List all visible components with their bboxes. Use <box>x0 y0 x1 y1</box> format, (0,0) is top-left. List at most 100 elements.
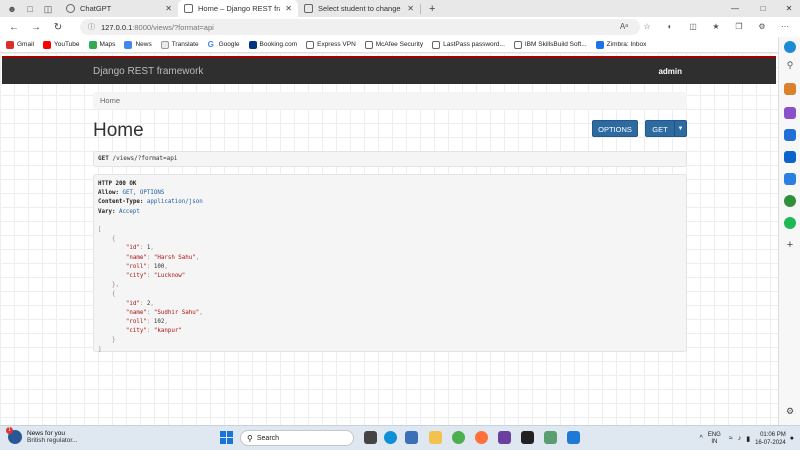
news-badge: 1 <box>6 427 13 434</box>
news-icon <box>124 40 133 49</box>
url-host: 127.0.0.1 <box>101 22 133 32</box>
edge-icon[interactable] <box>384 431 397 444</box>
tab-separator <box>420 3 421 14</box>
page-icon <box>513 40 522 49</box>
battery-icon[interactable]: ▮ <box>746 435 750 443</box>
maximize-icon[interactable]: □ <box>754 0 772 17</box>
microsoft365-icon[interactable] <box>784 129 796 141</box>
page-favicon-icon <box>304 4 313 13</box>
weather-news-icon: 1 <box>6 427 22 444</box>
tools-icon[interactable] <box>784 83 796 95</box>
windows-start-icon[interactable] <box>220 431 233 444</box>
page-title: Home <box>93 120 144 141</box>
vscode-icon[interactable] <box>567 431 580 444</box>
site-info-icon[interactable]: ⓘ <box>88 22 95 32</box>
windows-taskbar: 1 News for you British regulator... ⚲ Se… <box>0 425 800 450</box>
firefox-icon[interactable] <box>475 431 488 444</box>
add-sidebar-app-icon[interactable]: + <box>784 239 796 251</box>
games-icon[interactable] <box>784 107 796 119</box>
system-tray: ^ ENG IN ≈ ♪ ▮ 01:06 PM 16-07-2024 ● <box>700 426 800 450</box>
clock[interactable]: 01:06 PM 16-07-2024 <box>755 431 786 447</box>
minimize-icon[interactable]: — <box>726 0 744 17</box>
bookmark-expressvpn[interactable]: Express VPN <box>306 40 356 49</box>
tab-home-drf[interactable]: Home – Django REST framework ✕ <box>178 0 298 17</box>
page-icon <box>306 40 315 49</box>
close-window-icon[interactable]: ✕ <box>780 0 798 17</box>
translate-icon <box>160 40 169 49</box>
new-tab-icon[interactable]: + <box>429 3 435 15</box>
response-info: HTTP 200 OK Allow: GET, OPTIONS Content-… <box>93 174 687 353</box>
split-screen-icon[interactable]: ◫ <box>686 20 700 34</box>
favorite-star-icon[interactable]: ☆ <box>640 20 654 34</box>
file-explorer-icon[interactable] <box>429 431 442 444</box>
back-icon[interactable]: ← <box>6 22 22 33</box>
volume-icon[interactable]: ♪ <box>738 435 742 442</box>
close-tab-icon[interactable]: ✕ <box>407 4 414 13</box>
brand-link[interactable]: Django REST framework <box>93 66 203 77</box>
page-icon <box>432 40 441 49</box>
forward-icon[interactable]: → <box>28 22 44 33</box>
copilot-icon[interactable] <box>784 41 796 53</box>
bookmark-youtube[interactable]: YouTube <box>42 40 80 49</box>
close-tab-icon[interactable]: ✕ <box>165 4 172 13</box>
url-bar[interactable]: ⓘ 127.0.0.1:8000/views/?format=api <box>80 19 640 35</box>
app-icon[interactable] <box>544 431 557 444</box>
read-aloud-icon[interactable]: Aᵃ <box>617 20 631 34</box>
browser-essentials-icon[interactable]: ◐ <box>663 20 677 34</box>
tab-select-student[interactable]: Select student to change | Djang ✕ <box>298 0 420 17</box>
search-icon[interactable]: ⚲ <box>784 59 796 71</box>
url-path: :8000/views/?format=api <box>132 22 214 32</box>
tree-icon[interactable] <box>784 195 796 207</box>
workspaces-icon[interactable]: □ <box>24 3 36 15</box>
user-menu[interactable]: admin <box>658 67 682 76</box>
bookmark-gmail[interactable]: Gmail <box>6 40 34 49</box>
options-button[interactable]: OPTIONS <box>592 120 638 137</box>
news-widget[interactable]: 1 News for you British regulator... <box>6 427 78 444</box>
chrome-icon[interactable] <box>452 431 465 444</box>
youtube-icon <box>42 40 51 49</box>
bookmark-news[interactable]: News <box>124 40 152 49</box>
terminal-icon[interactable] <box>521 431 534 444</box>
tab-actions-icon[interactable]: ◫ <box>42 3 54 15</box>
bookmark-lastpass[interactable]: LastPass password... <box>432 40 505 49</box>
bookmark-mcafee[interactable]: McAfee Security <box>364 40 423 49</box>
tab-strip: ☻ □ ◫ ChatGPT ✕ Home – Django REST frame… <box>0 0 800 17</box>
chevron-up-icon[interactable]: ^ <box>700 435 703 442</box>
google-icon: G <box>207 39 214 49</box>
bookmark-booking[interactable]: Booking.com <box>248 40 297 49</box>
extensions-icon[interactable]: ⚙ <box>755 20 769 34</box>
store-icon[interactable] <box>405 431 418 444</box>
collections-icon[interactable]: ❐ <box>732 20 746 34</box>
bookmark-translate[interactable]: Translate <box>160 40 199 49</box>
send-icon[interactable] <box>784 173 796 185</box>
caret-down-icon[interactable]: ▼ <box>674 121 686 136</box>
language-indicator[interactable]: ENG IN <box>708 432 721 446</box>
breadcrumb-home[interactable]: Home <box>100 96 120 105</box>
bookmark-google[interactable]: G Google <box>207 39 240 49</box>
notification-bell-icon[interactable]: ● <box>790 435 794 442</box>
edge-sidebar: ⚲ + ⚙ <box>778 37 800 425</box>
bookmark-zimbra[interactable]: Zimbra: Inbox <box>595 40 646 49</box>
bookmark-ibm-skillsbuild[interactable]: IBM SkillsBuild Soft... <box>513 40 587 49</box>
tab-chatgpt[interactable]: ChatGPT ✕ <box>60 0 178 17</box>
favorites-icon[interactable]: ★ <box>709 20 723 34</box>
breadcrumb: Home <box>93 92 687 109</box>
address-toolbar: ← → ↻ ⓘ 127.0.0.1:8000/views/?format=api… <box>0 17 800 37</box>
outlook-icon[interactable] <box>784 151 796 163</box>
get-button[interactable]: GET ▼ <box>645 120 687 137</box>
chatgpt-favicon-icon <box>66 4 75 13</box>
app-icon[interactable] <box>498 431 511 444</box>
news-title: News for you <box>27 430 65 437</box>
task-view-icon[interactable] <box>364 431 377 444</box>
close-tab-icon[interactable]: ✕ <box>285 4 292 13</box>
wifi-icon[interactable]: ≈ <box>729 435 733 442</box>
more-menu-icon[interactable]: ⋯ <box>778 20 792 34</box>
profile-icon[interactable]: ☻ <box>6 3 18 15</box>
maps-icon <box>88 40 97 49</box>
refresh-icon[interactable]: ↻ <box>50 22 66 33</box>
bookmark-maps[interactable]: Maps <box>88 40 115 49</box>
request-method: GET <box>98 155 109 162</box>
settings-gear-icon[interactable]: ⚙ <box>784 405 796 417</box>
spotify-icon[interactable] <box>784 217 796 229</box>
taskbar-search[interactable]: ⚲ Search <box>240 430 354 446</box>
